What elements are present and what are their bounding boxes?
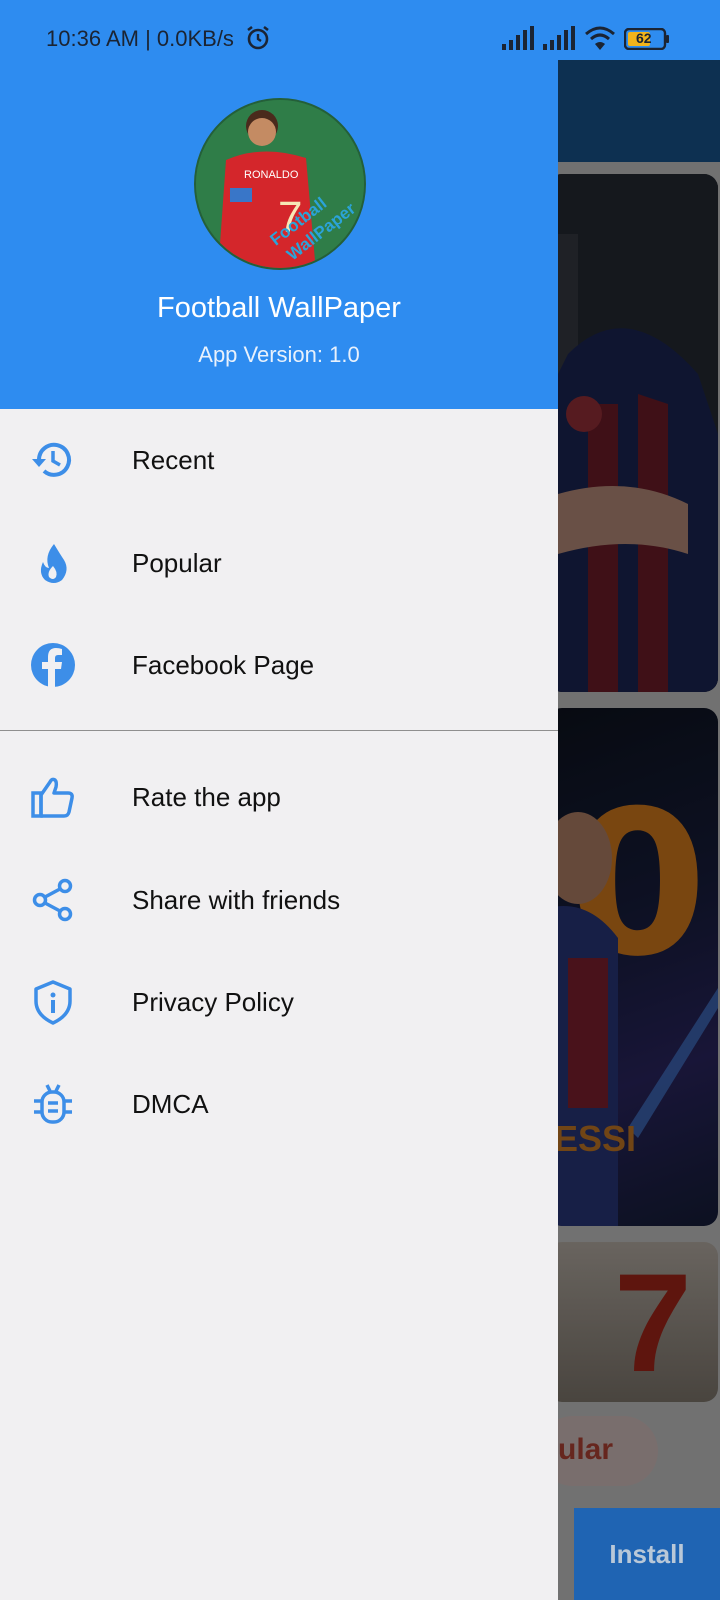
menu-label: Facebook Page — [132, 649, 315, 680]
menu-item-recent[interactable]: Recent — [0, 410, 558, 510]
background-app: 0 ESSI 7 ular Install — [538, 60, 720, 1600]
drawer-header: RONALDO 7 Football WallPaper Football Wa… — [0, 60, 558, 409]
menu-label: Recent — [132, 444, 215, 475]
signal-icon — [543, 26, 575, 50]
app-name: Football WallPaper — [157, 292, 401, 324]
jersey-name: RONALDO — [244, 169, 299, 181]
app-logo-avatar: RONALDO 7 Football WallPaper — [194, 98, 366, 270]
signal-icon — [502, 26, 534, 50]
menu-item-facebook-page[interactable]: Facebook Page — [0, 615, 558, 715]
fire-icon — [40, 544, 67, 583]
menu-item-dmca[interactable]: DMCA — [0, 1054, 558, 1154]
share-icon — [32, 878, 73, 922]
facebook-icon — [31, 643, 75, 687]
status-time: 10:36 AM | 0.0KB/s — [46, 26, 234, 51]
battery-level: 62 — [636, 30, 652, 46]
navigation-drawer: RONALDO 7 Football WallPaper Football Wa… — [0, 0, 558, 1600]
install-button[interactable]: Install — [574, 1508, 720, 1600]
wifi-icon — [585, 26, 615, 50]
app-version: App Version: 1.0 — [198, 342, 360, 367]
menu-item-popular[interactable]: Popular — [0, 513, 558, 613]
shield-info-icon — [34, 980, 72, 1025]
menu-label: Privacy Policy — [132, 986, 294, 1017]
bug-icon — [34, 1084, 72, 1124]
menu-label: Popular — [132, 547, 222, 578]
menu-label: DMCA — [132, 1088, 209, 1119]
thumbs-up-icon — [31, 777, 74, 818]
menu-divider — [0, 730, 558, 731]
menu-label: Rate the app — [132, 781, 281, 812]
history-icon — [32, 442, 71, 477]
app-logo-image: RONALDO 7 Football WallPaper — [196, 100, 364, 268]
status-bar: 10:36 AM | 0.0KB/s 62 — [0, 0, 720, 60]
menu-label: Share with friends — [132, 884, 341, 915]
alarm-icon — [247, 25, 269, 50]
drawer-scrim[interactable] — [558, 60, 720, 1600]
menu-item-privacy-policy[interactable]: Privacy Policy — [0, 952, 558, 1052]
menu-item-rate-the-app[interactable]: Rate the app — [0, 747, 558, 847]
menu-item-share-with-friends[interactable]: Share with friends — [0, 850, 558, 950]
